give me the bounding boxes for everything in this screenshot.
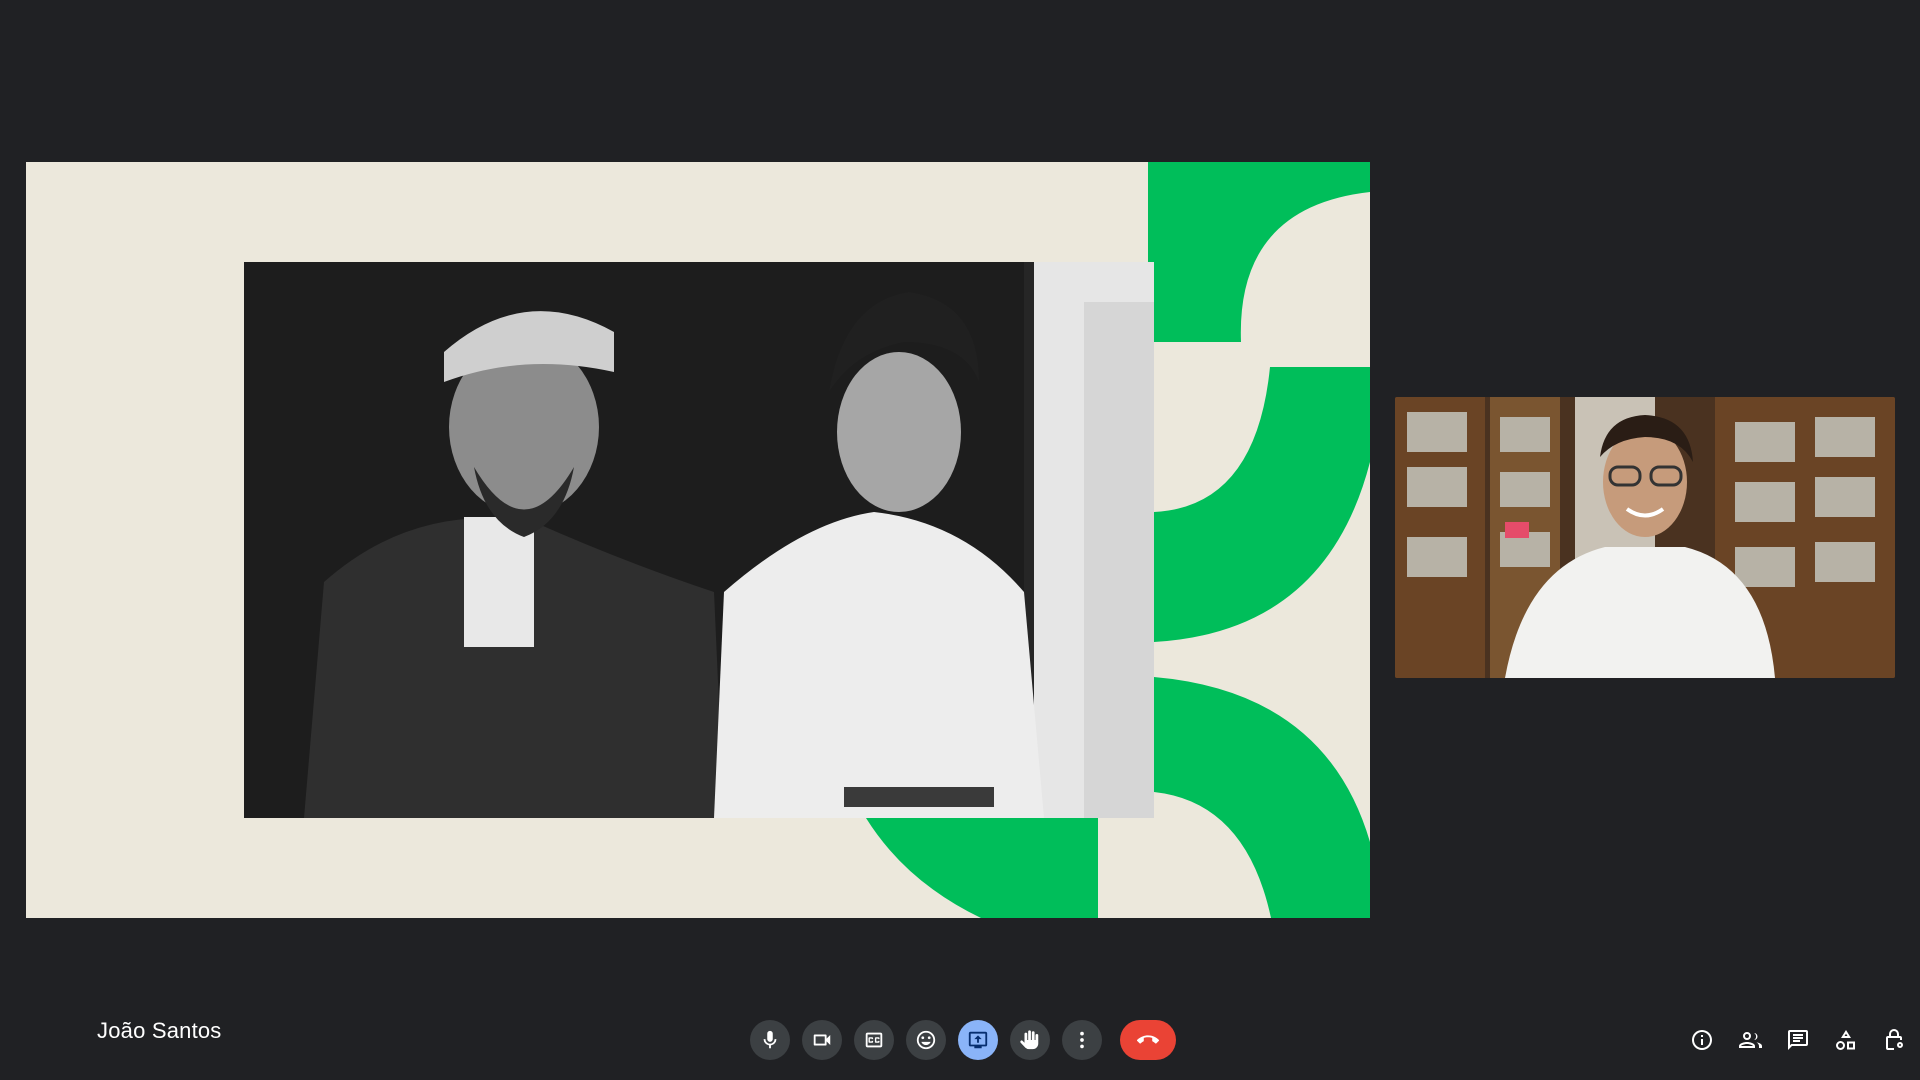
present-screen-icon [968, 1031, 988, 1049]
mic-icon [763, 1030, 777, 1049]
more-options-button[interactable] [1062, 1020, 1102, 1060]
hand-icon [1020, 1030, 1039, 1050]
captions-button[interactable] [854, 1020, 894, 1060]
info-icon [1692, 1030, 1712, 1050]
activities-button[interactable] [1832, 1026, 1860, 1054]
emoji-icon [916, 1030, 936, 1050]
more-vert-icon [1080, 1031, 1084, 1049]
people-icon [1739, 1032, 1762, 1048]
call-controls [750, 1020, 1176, 1060]
videocam-icon [813, 1034, 831, 1046]
leave-call-button[interactable] [1120, 1020, 1176, 1060]
self-view-video[interactable] [1395, 397, 1895, 678]
camera-button[interactable] [802, 1020, 842, 1060]
side-panel-controls [1688, 1022, 1908, 1058]
meeting-details-button[interactable] [1688, 1026, 1716, 1054]
reactions-button[interactable] [906, 1020, 946, 1060]
present-button[interactable] [958, 1020, 998, 1060]
presenter-name: João Santos [97, 1018, 222, 1043]
host-controls-button[interactable] [1880, 1026, 1908, 1054]
historical-photo [244, 262, 1154, 818]
shared-presentation [26, 162, 1370, 918]
shapes-icon [1836, 1030, 1855, 1050]
raise-hand-button[interactable] [1010, 1020, 1050, 1060]
closed-captions-icon [865, 1032, 883, 1048]
lock-person-icon [1886, 1029, 1903, 1050]
chat-icon [1788, 1030, 1808, 1050]
chat-button[interactable] [1784, 1026, 1812, 1054]
call-end-icon [1137, 1035, 1159, 1044]
people-button[interactable] [1736, 1026, 1764, 1054]
microphone-button[interactable] [750, 1020, 790, 1060]
